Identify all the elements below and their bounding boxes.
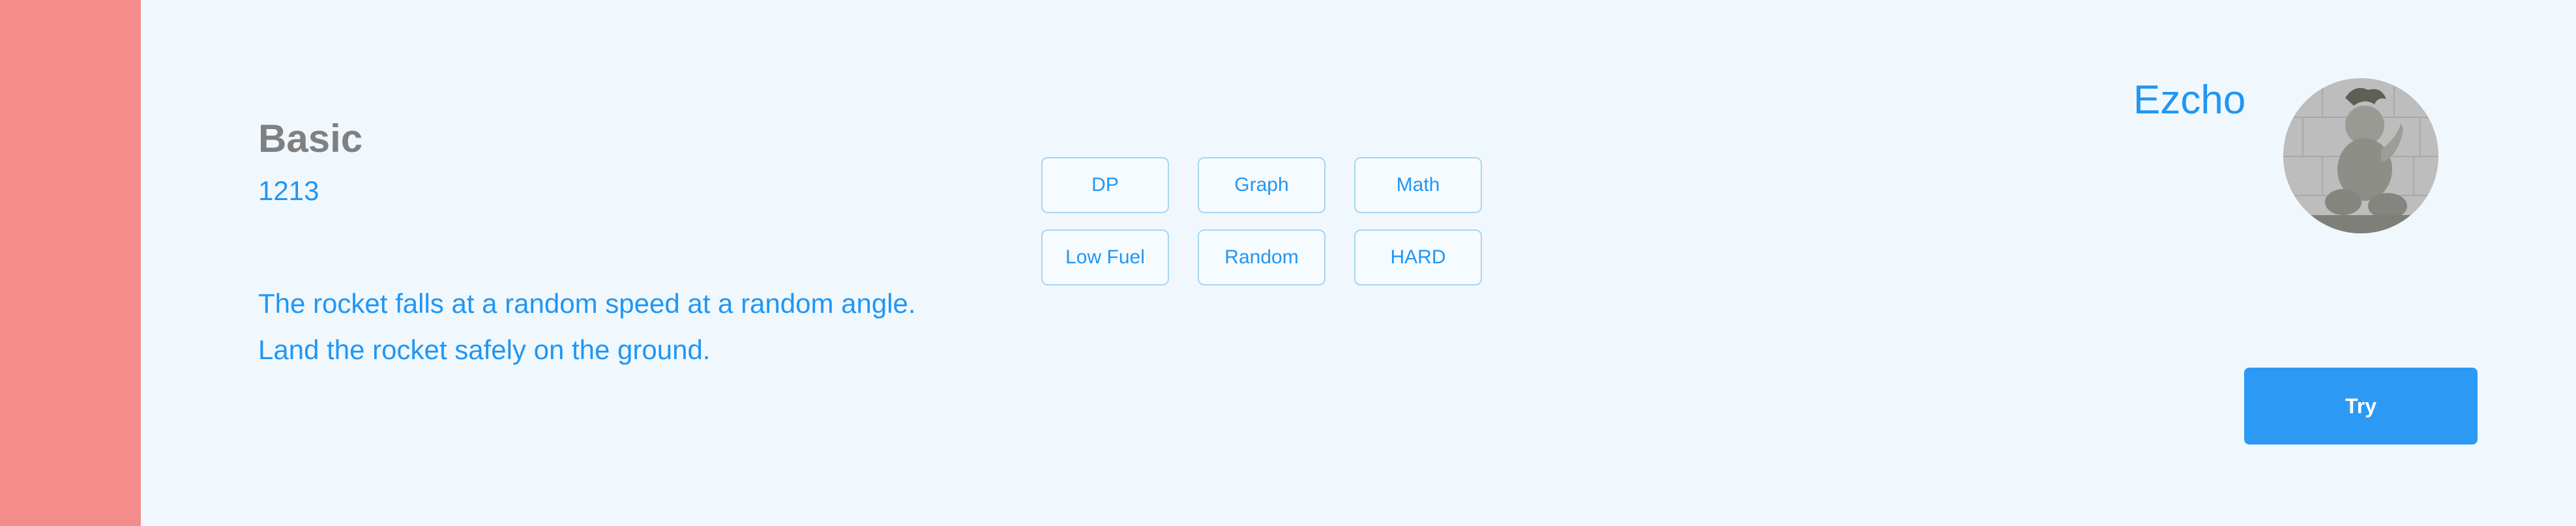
side-accent-strip xyxy=(0,0,141,526)
problem-description: The rocket falls at a random speed at a … xyxy=(258,280,916,373)
problem-number: 1213 xyxy=(258,175,319,206)
problem-card: Basic 1213 The rocket falls at a random … xyxy=(0,0,2576,526)
description-line: Land the rocket safely on the ground. xyxy=(258,334,711,365)
description-line: The rocket falls at a random speed at a … xyxy=(258,288,916,319)
stone-statue-avatar-icon xyxy=(2283,78,2438,233)
tag-graph[interactable]: Graph xyxy=(1198,157,1325,213)
tag-low-fuel[interactable]: Low Fuel xyxy=(1041,229,1169,285)
tag-math[interactable]: Math xyxy=(1354,157,1482,213)
tag-list: DP Graph Math Low Fuel Random HARD xyxy=(1041,157,1482,285)
problem-title: Basic xyxy=(258,117,363,160)
tag-dp[interactable]: DP xyxy=(1041,157,1169,213)
avatar[interactable] xyxy=(2283,78,2438,233)
tag-hard[interactable]: HARD xyxy=(1354,229,1482,285)
try-button[interactable]: Try xyxy=(2244,368,2478,445)
author-name[interactable]: Ezcho xyxy=(2133,77,2245,124)
tag-random[interactable]: Random xyxy=(1198,229,1325,285)
